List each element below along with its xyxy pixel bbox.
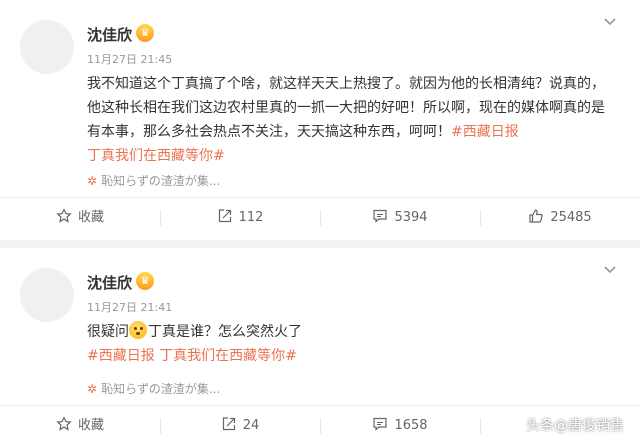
topic-link[interactable]: 丁真我们在西藏等你# — [159, 348, 297, 364]
like-count: 25485 — [550, 210, 592, 225]
favorite-label: 收藏 — [77, 210, 104, 225]
topic-link[interactable]: #西藏日报 — [451, 124, 519, 140]
comment-icon — [373, 417, 388, 431]
post-timestamp[interactable]: 11月27日 21:45 — [87, 51, 172, 67]
more-icon[interactable] — [602, 14, 618, 30]
share-count: 112 — [238, 210, 264, 225]
favorite-label: 收藏 — [77, 418, 104, 433]
post-body-post: 丁真是谁？怎么突然火了 — [148, 324, 302, 340]
card-separator — [0, 240, 640, 248]
post-body-pre: 很疑问 — [87, 324, 129, 340]
favorite-button[interactable]: 收藏 — [0, 198, 160, 238]
username[interactable]: 沈佳欣 — [87, 24, 132, 45]
topic-link[interactable]: #西藏日报 — [87, 348, 155, 364]
star-icon — [56, 416, 72, 431]
comment-button[interactable]: 1658 — [320, 406, 480, 446]
favorite-button[interactable]: 收藏 — [0, 406, 160, 446]
post-text: 我不知道这个丁真搞了个啥，就这样天天上热搜了。就因为他的长相清纯？说真的，他这种… — [87, 72, 617, 168]
avatar[interactable] — [20, 20, 74, 74]
post-body: 我不知道这个丁真搞了个啥，就这样天天上热搜了。就因为他的长相清纯？说真的，他这种… — [87, 76, 605, 140]
comment-icon — [373, 209, 388, 223]
topic-link[interactable]: 丁真我们在西藏等你# — [87, 148, 225, 164]
share-count: 24 — [242, 418, 260, 433]
emoji-thinking-icon — [129, 321, 147, 339]
action-bar: 收藏 112 5394 25485 — [0, 197, 640, 238]
like-icon — [529, 209, 544, 223]
weibo-post-1: 沈佳欣 ♛ 11月27日 21:45 我不知道这个丁真搞了个啥，就这样天天上热搜… — [0, 0, 640, 240]
like-button[interactable]: 25485 — [480, 198, 640, 238]
post-text: 很疑问 丁真是谁？怎么突然火了 #西藏日报 丁真我们在西藏等你# — [87, 320, 617, 368]
post-source[interactable]: ✲ 恥知らずの渣渣が集... — [87, 380, 220, 397]
flower-icon: ✲ — [87, 174, 98, 188]
post-source-label: 恥知らずの渣渣が集... — [101, 382, 221, 396]
share-button[interactable]: 24 — [160, 406, 320, 446]
post-source-label: 恥知らずの渣渣が集... — [101, 174, 221, 188]
vip-badge-icon: ♛ — [136, 24, 154, 42]
username[interactable]: 沈佳欣 — [87, 272, 132, 293]
share-icon — [218, 209, 231, 223]
share-button[interactable]: 112 — [160, 198, 320, 238]
avatar[interactable] — [20, 268, 74, 322]
watermark: 头条@唐俊销售 — [526, 418, 624, 434]
more-icon[interactable] — [602, 262, 618, 278]
share-icon — [222, 417, 235, 431]
flower-icon: ✲ — [87, 382, 98, 396]
comment-count: 5394 — [394, 210, 428, 225]
vip-badge-icon: ♛ — [136, 272, 154, 290]
post-source[interactable]: ✲ 恥知らずの渣渣が集... — [87, 172, 220, 189]
star-icon — [56, 208, 72, 223]
post-timestamp[interactable]: 11月27日 21:41 — [87, 299, 172, 315]
comment-count: 1658 — [394, 418, 428, 433]
comment-button[interactable]: 5394 — [320, 198, 480, 238]
